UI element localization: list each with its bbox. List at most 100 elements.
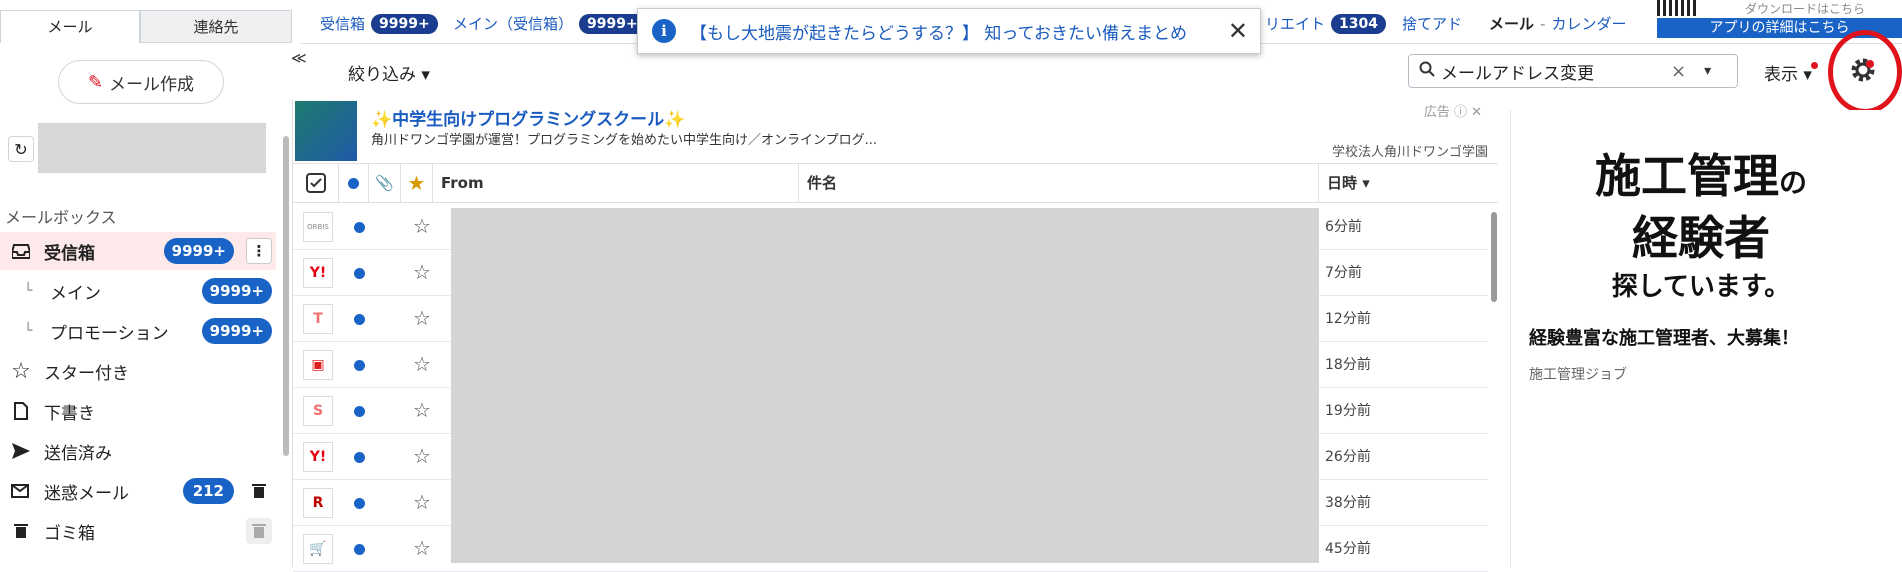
empty-spam-button[interactable] [246,478,272,504]
unread-badge: 9999+ [201,318,272,344]
notification-popup[interactable]: i 【もし大地震が起きたらどうする？】 知っておきたい備えまとめ ✕ [637,8,1261,54]
inbox-icon [10,240,32,262]
compose-label: メール作成 [109,74,195,95]
sender-logo: ▣ [303,350,333,380]
folder-label: スター付き [44,363,129,384]
star-icon[interactable]: ☆ [413,490,431,514]
filter-dropdown[interactable]: 絞り込み ▾ [348,60,430,85]
folder-label: 下書き [44,403,95,424]
folder-label: 迷惑メール [44,483,129,504]
sender-logo: 🛒 [303,534,333,564]
folder-label: ゴミ箱 [44,523,95,544]
column-subject[interactable]: 件名 [799,164,1319,202]
tab-label: 受信箱 [320,15,366,33]
ad-line-1-text: 施工管理 [1594,149,1779,203]
display-settings-button[interactable]: 表示 ▾ [1764,60,1818,85]
ad-label[interactable]: 広告 ⓘ ✕ [1424,101,1482,120]
search-input[interactable] [1435,61,1661,81]
folder-inbox[interactable]: 受信箱 9999+ ⋮ [0,232,276,270]
notification-text[interactable]: 【もし大地震が起きたらどうする？】 知っておきたい備えまとめ [690,19,1187,44]
sidebar: メール 連絡先 ✎ メール作成 ↻ メールボックス 受信箱 9999+ ⋮ └ … [0,0,292,567]
folder-menu-button[interactable]: ⋮ [246,238,272,264]
ad-line-3: 探しています。 [1611,272,1791,302]
mailbox-heading: メールボックス [5,208,117,227]
annotation-circle [1828,30,1902,114]
column-from[interactable]: From [433,164,799,202]
star-icon[interactable]: ☆ [413,352,431,376]
tab-inbox[interactable]: 受信箱 9999+ [320,12,438,36]
sidebar-scrollbar[interactable] [283,136,289,456]
star-icon: ☆ [11,358,31,384]
tab-mail[interactable]: メール [0,10,140,43]
message-content-redacted [451,208,1319,563]
ad-headline[interactable]: 経験豊富な施工管理者、大募集！ [1529,324,1799,350]
tab-contacts[interactable]: 連絡先 [140,10,292,43]
qr-code-icon [1657,0,1697,16]
refresh-button[interactable]: ↻ [8,136,34,162]
ad-title[interactable]: ✨中学生向けプログラミングスクール✨ [371,105,685,130]
trash-icon [252,524,266,538]
app-calendar-link[interactable]: カレンダー [1551,12,1626,36]
empty-trash-button[interactable] [246,518,272,544]
ad-line-2: 経験者 [1632,211,1770,265]
star-icon[interactable]: ☆ [413,444,431,468]
app-switcher: メール - カレンダー [1489,12,1626,36]
unread-dot-icon [354,452,365,463]
unread-dot-icon [354,314,365,325]
right-ad-banner[interactable]: 施工管理の 経験者 探しています。 経験豊富な施工管理者、大募集！ 施工管理ジョ… [1510,110,1891,567]
unread-dot-icon [354,406,365,417]
folder-label: プロモーション [50,323,169,344]
star-icon[interactable]: ☆ [413,214,431,238]
folder-trash[interactable]: ゴミ箱 [0,512,276,550]
star-icon: ★ [407,171,426,195]
display-label: 表示 ▾ [1764,65,1812,85]
received-time: 45分前 [1325,541,1371,557]
folder-label: 送信済み [44,443,112,464]
list-scrollbar[interactable] [1491,212,1497,302]
unread-dot-icon [354,498,365,509]
folder-spam[interactable]: 迷惑メール 212 [0,472,276,510]
received-time: 26分前 [1325,449,1371,465]
star-icon[interactable]: ☆ [413,398,431,422]
star-icon[interactable]: ☆ [413,536,431,560]
app-separator: - [1540,15,1546,33]
star-icon[interactable]: ☆ [413,260,431,284]
info-icon: i [652,19,676,43]
star-icon[interactable]: ☆ [413,306,431,330]
clear-search-button[interactable]: × [1671,61,1686,82]
app-download-text: ダウンロードはこちら [1745,2,1866,16]
folder-promotion[interactable]: └ プロモーション 9999+ [0,312,276,350]
folder-main[interactable]: └ メイン 9999+ [0,272,276,310]
account-info-redacted [38,123,266,173]
collapse-sidebar-button[interactable]: ≪ [291,48,307,68]
document-icon [10,400,32,422]
folder-drafts[interactable]: 下書き [0,392,276,430]
attachment-column[interactable]: 📎 [369,164,401,202]
folder-starred[interactable]: ☆ スター付き [0,352,276,390]
ad-thumbnail [295,101,357,161]
folder-sent[interactable]: 送信済み [0,432,276,470]
tree-branch-icon: └ [24,323,33,339]
tab-badge: 9999+ [371,14,438,34]
received-time: 12分前 [1325,311,1371,327]
ad-sponsor: 施工管理ジョブ [1529,367,1627,383]
star-column[interactable]: ★ [401,164,433,202]
compose-button[interactable]: ✎ メール作成 [58,60,224,104]
unread-column[interactable] [339,164,369,202]
search-options-dropdown[interactable]: ▾ [1704,63,1711,79]
unread-dot-icon [354,268,365,279]
ad-row[interactable]: ✨中学生向けプログラミングスクール✨ 角川ドワンゴ学園が運営！プログラミングを始… [293,99,1498,164]
column-header: 📎 ★ From 件名 日時 ▾ [293,164,1498,203]
tab-disposable-address[interactable]: 捨てアド [1402,12,1462,36]
app-mail-link[interactable]: メール [1489,12,1534,36]
column-date[interactable]: 日時 ▾ [1319,164,1498,202]
tab-create[interactable]: リエイト 1304 [1265,12,1386,36]
received-time: 19分前 [1325,403,1371,419]
unread-dot-icon [348,177,359,189]
checkbox-icon [305,173,326,193]
select-all-checkbox[interactable] [293,164,339,202]
close-notification-button[interactable]: ✕ [1228,17,1248,45]
tab-label: メイン（受信箱） [453,15,574,33]
received-time: 38分前 [1325,495,1371,511]
tab-main-inbox[interactable]: メイン（受信箱） 9999+ [453,12,646,36]
